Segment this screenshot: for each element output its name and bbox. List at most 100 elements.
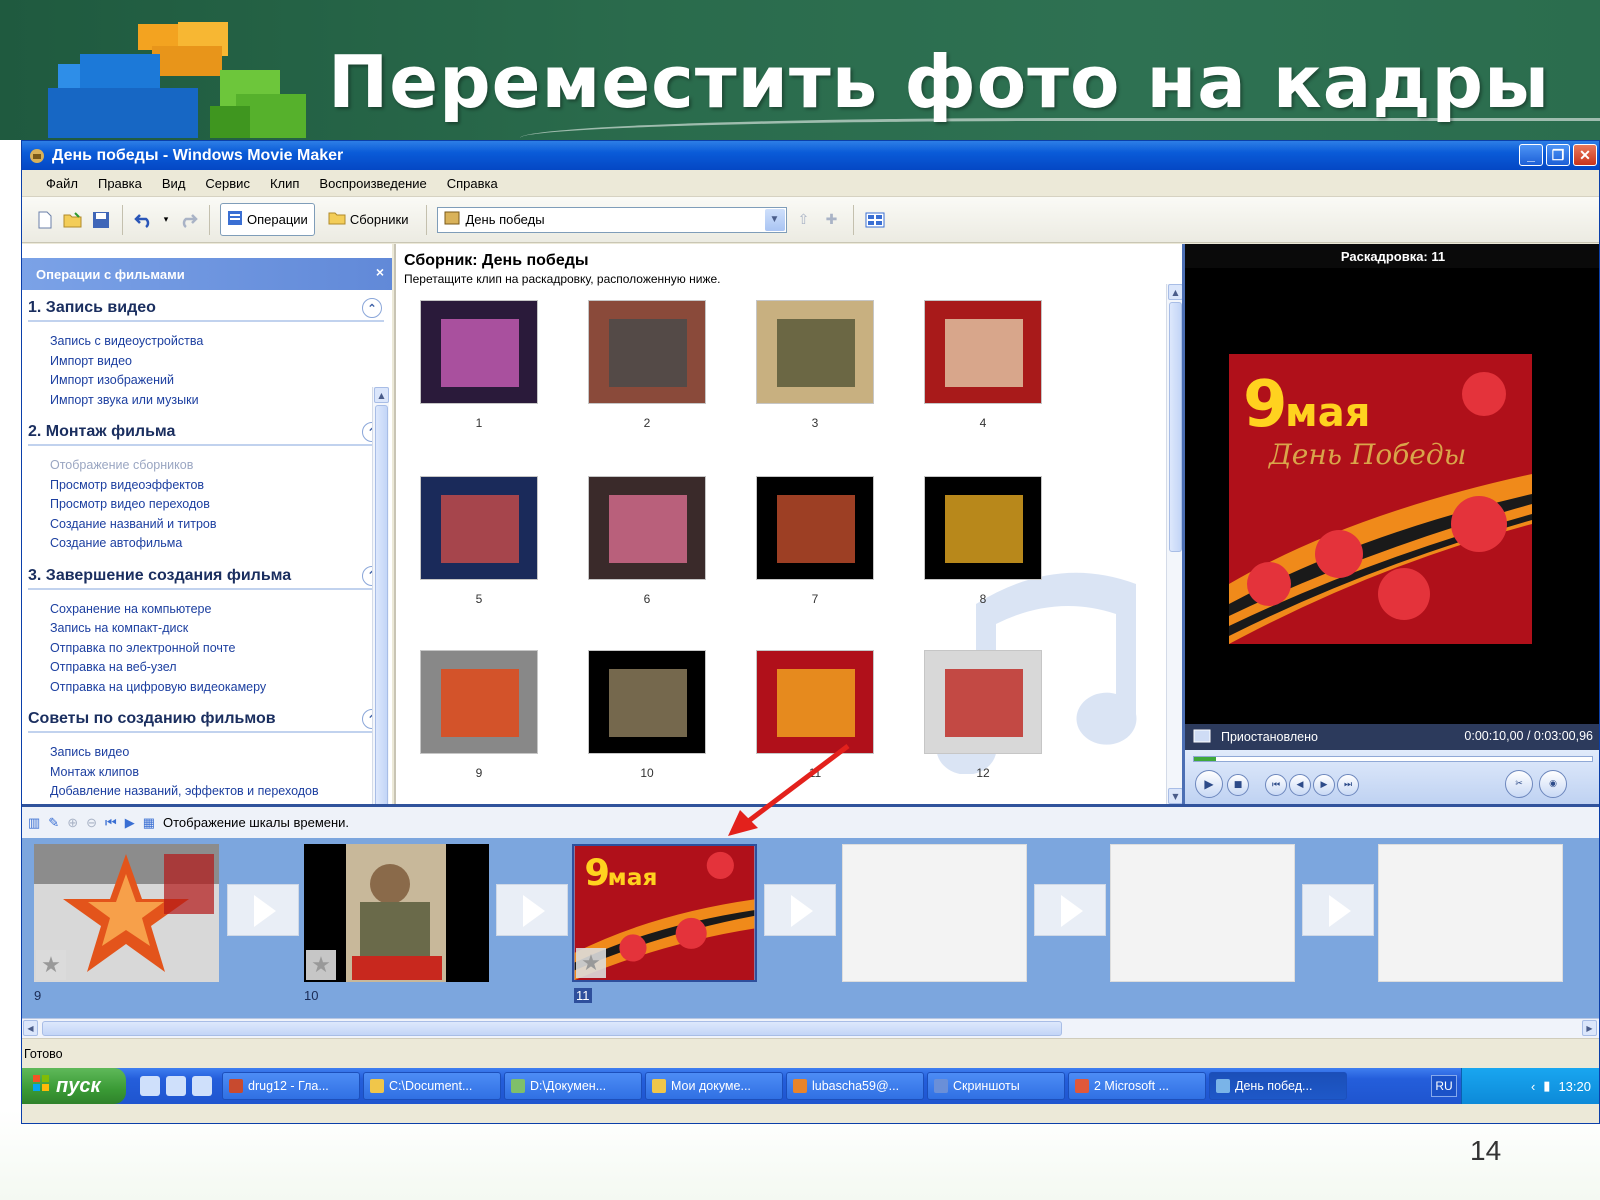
transition-slot[interactable] — [1302, 884, 1374, 936]
task-link[interactable]: Импорт видео — [50, 352, 392, 372]
clip-thumbnail[interactable] — [588, 650, 706, 754]
set-audio-levels-icon[interactable]: ▥ — [28, 815, 40, 831]
scroll-right-icon[interactable]: ▶ — [1582, 1020, 1597, 1036]
undo-icon[interactable] — [133, 209, 155, 231]
clip-thumbnail[interactable] — [588, 476, 706, 580]
task-section-title[interactable]: 1. Запись видео ⌃ — [28, 296, 384, 322]
show-timeline-link[interactable]: Отображение шкалы времени. — [163, 815, 349, 830]
task-link[interactable]: Отправка на веб-узел — [50, 658, 392, 678]
rewind-icon[interactable]: ◀ — [1289, 774, 1311, 796]
task-link[interactable]: Добавление названий, эффектов и переходо… — [50, 782, 392, 802]
undo-dropdown-icon[interactable]: ▾ — [161, 209, 171, 231]
clip-thumbnail[interactable] — [588, 300, 706, 404]
clip-thumbnail[interactable] — [924, 476, 1042, 580]
taskbar-button[interactable]: 2 Microsoft ... — [1068, 1072, 1206, 1100]
task-link[interactable]: Запись видео — [50, 743, 392, 763]
taskbar-button[interactable]: D:\Докумен... — [504, 1072, 642, 1100]
scroll-thumb[interactable] — [42, 1021, 1062, 1036]
take-picture-icon[interactable]: ◉ — [1539, 770, 1567, 798]
storyboard-empty-frame[interactable] — [1378, 844, 1563, 982]
collection-select[interactable]: День победы ▼ — [436, 206, 787, 233]
storyboard-frame[interactable]: ★ — [34, 844, 219, 982]
media-player-icon[interactable] — [192, 1076, 212, 1096]
task-link[interactable]: Просмотр видео переходов — [50, 495, 392, 515]
task-link[interactable]: Отправка по электронной почте — [50, 639, 392, 659]
views-icon[interactable] — [864, 209, 886, 231]
redo-icon[interactable] — [177, 209, 199, 231]
clip-thumbnail[interactable] — [420, 650, 538, 754]
previous-frame-icon[interactable]: ⏮ — [1265, 774, 1287, 796]
task-link[interactable]: Создание автофильма — [50, 534, 392, 554]
minimize-button[interactable]: _ — [1519, 144, 1543, 166]
next-frame-icon[interactable]: ⏭ — [1337, 774, 1359, 796]
clip-thumbnail[interactable] — [756, 476, 874, 580]
operations-toggle[interactable]: Операции — [220, 203, 315, 236]
task-link[interactable]: Импорт изображений — [50, 371, 392, 391]
clip-thumbnail[interactable] — [756, 300, 874, 404]
taskbar-button[interactable]: День побед... — [1209, 1072, 1347, 1100]
zoom-in-icon[interactable]: ⊕ — [67, 815, 78, 831]
narrate-icon[interactable]: ✎ — [48, 815, 59, 831]
maximize-button[interactable]: ❐ — [1546, 144, 1570, 166]
taskbar-button[interactable]: drug12 - Гла... — [222, 1072, 360, 1100]
taskbar-button[interactable]: Скриншоты — [927, 1072, 1065, 1100]
scroll-up-icon[interactable]: ▲ — [1168, 284, 1183, 300]
storyboard-frame[interactable]: ★ — [304, 844, 489, 982]
rewind-storyboard-icon[interactable]: ⏮ — [105, 815, 117, 831]
menu-clip[interactable]: Клип — [260, 176, 309, 191]
collection-scrollbar[interactable]: ▲ ▼ — [1166, 284, 1183, 804]
open-project-icon[interactable] — [62, 209, 84, 231]
storyboard-empty-frame[interactable] — [842, 844, 1027, 982]
seek-bar[interactable] — [1193, 756, 1593, 762]
close-icon[interactable]: × — [376, 264, 384, 280]
forward-icon[interactable]: ▶ — [1313, 774, 1335, 796]
save-project-icon[interactable] — [90, 209, 112, 231]
timeline-icon[interactable]: ▦ — [143, 815, 155, 831]
scroll-up-icon[interactable]: ▲ — [374, 387, 389, 403]
menu-play[interactable]: Воспроизведение — [309, 176, 436, 191]
task-section-title[interactable]: Советы по созданию фильмов⌃ — [28, 707, 384, 733]
show-desktop-icon[interactable] — [140, 1076, 160, 1096]
storyboard-empty-frame[interactable] — [1110, 844, 1295, 982]
task-link[interactable]: Отправка на цифровую видеокамеру — [50, 678, 392, 698]
task-link[interactable]: Сохранение на компьютере — [50, 600, 392, 620]
scroll-down-icon[interactable]: ▼ — [1168, 788, 1183, 804]
collection-up-icon[interactable]: ⇧ — [793, 209, 815, 231]
stop-icon[interactable]: ■ — [1227, 774, 1249, 796]
collections-toggle[interactable]: Сборники — [321, 204, 416, 235]
menu-view[interactable]: Вид — [152, 176, 196, 191]
tray-expand-icon[interactable]: ‹ — [1531, 1079, 1535, 1094]
play-icon[interactable]: ▶ — [1195, 770, 1223, 798]
menu-file[interactable]: Файл — [36, 176, 88, 191]
language-indicator[interactable]: RU — [1431, 1075, 1457, 1097]
storyboard-frame-selected[interactable]: 9 мая ★ — [572, 844, 757, 982]
network-icon[interactable]: ▮ — [1543, 1078, 1550, 1094]
clip-thumbnail[interactable] — [924, 300, 1042, 404]
new-project-icon[interactable] — [34, 209, 56, 231]
zoom-out-icon[interactable]: ⊖ — [86, 815, 97, 831]
new-collection-icon[interactable]: ✚ — [821, 209, 843, 231]
transition-slot[interactable] — [764, 884, 836, 936]
menu-tools[interactable]: Сервис — [195, 176, 260, 191]
chevron-down-icon[interactable]: ▼ — [764, 208, 785, 231]
task-link[interactable]: Просмотр видеоэффектов — [50, 476, 392, 496]
explorer-icon[interactable] — [166, 1076, 186, 1096]
task-link[interactable]: Монтаж клипов — [50, 763, 392, 783]
clip-thumbnail[interactable] — [420, 300, 538, 404]
task-link[interactable]: Запись с видеоустройства — [50, 332, 392, 352]
clip-thumbnail[interactable] — [420, 476, 538, 580]
transition-slot[interactable] — [496, 884, 568, 936]
transition-slot[interactable] — [227, 884, 299, 936]
menu-edit[interactable]: Правка — [88, 176, 152, 191]
clip-thumbnail[interactable] — [756, 650, 874, 754]
play-storyboard-icon[interactable]: ▶ — [125, 815, 135, 831]
title-bar[interactable]: День победы - Windows Movie Maker _ ❐ ✕ — [22, 141, 1599, 170]
task-link[interactable]: Запись на компакт-диск — [50, 619, 392, 639]
task-section-title[interactable]: 3. Завершение создания фильма⌃ — [28, 564, 384, 590]
storyboard-scrollbar[interactable]: ◀ ▶ — [22, 1018, 1599, 1038]
split-clip-icon[interactable]: ✂ — [1505, 770, 1533, 798]
task-section-title[interactable]: 2. Монтаж фильма⌃ — [28, 420, 384, 446]
taskbar-button[interactable]: lubascha59@... — [786, 1072, 924, 1100]
task-link[interactable]: Импорт звука или музыки — [50, 391, 392, 411]
close-button[interactable]: ✕ — [1573, 144, 1597, 166]
